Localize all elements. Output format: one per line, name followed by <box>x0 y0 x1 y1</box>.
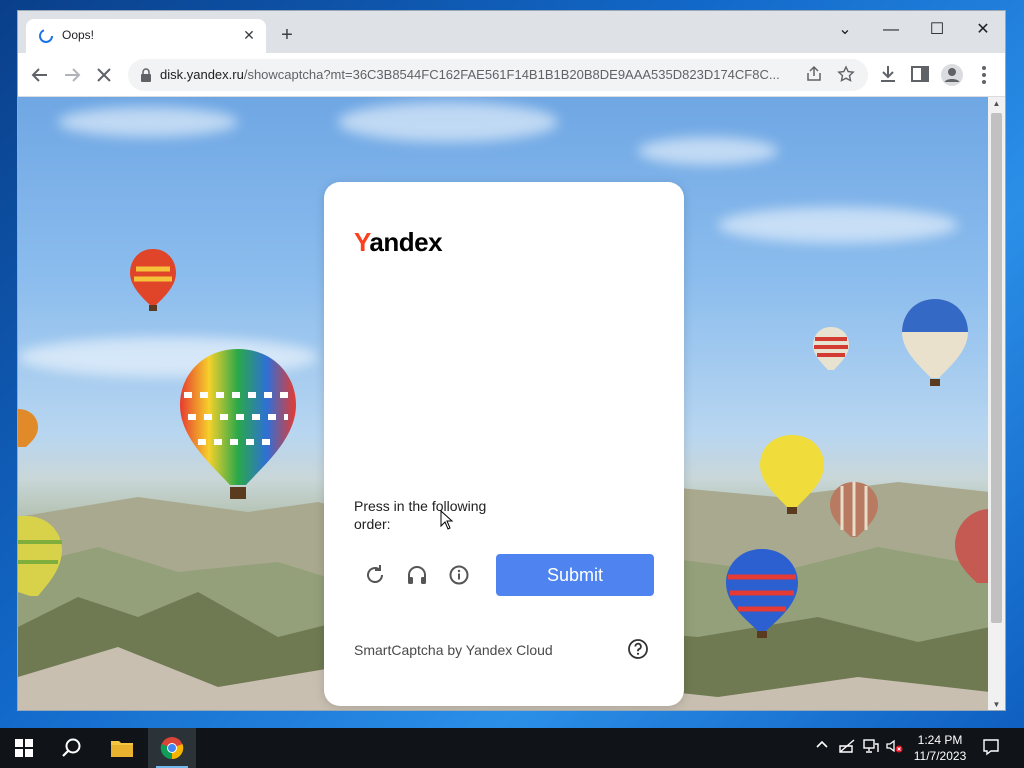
share-icon[interactable] <box>804 65 824 85</box>
forward-arrow-icon[interactable] <box>60 63 84 87</box>
scroll-thumb[interactable] <box>991 113 1002 623</box>
system-clock[interactable]: 1:24 PM 11/7/2023 <box>908 732 972 764</box>
captcha-instruction: Press in the following order: <box>354 498 487 532</box>
help-icon[interactable] <box>627 638 649 660</box>
tab-title: Oops! <box>62 28 95 42</box>
show-hidden-icons-icon[interactable] <box>815 738 829 755</box>
logo-rest: andex <box>369 227 443 257</box>
balloon <box>18 409 38 447</box>
clock-time: 1:24 PM <box>917 733 963 747</box>
chrome-taskbar-button[interactable] <box>148 728 196 768</box>
more-menu-icon[interactable] <box>972 63 996 87</box>
page-scrollbar[interactable]: ▲ ▼ <box>988 97 1005 710</box>
stop-loading-icon[interactable] <box>92 63 116 87</box>
tab-close-icon[interactable]: ✕ <box>240 26 258 44</box>
loading-spinner-icon <box>39 29 53 43</box>
page-background-balloons: Yandex Press in the following order: Sub… <box>18 97 990 710</box>
cloud <box>338 102 558 142</box>
balloon <box>760 435 824 514</box>
balloon <box>813 327 849 370</box>
tab-search-icon[interactable]: ⌄ <box>822 15 868 45</box>
tab-strip: Oops! ✕ + ⌄ — ☐ ✕ <box>18 11 1005 53</box>
url-host: disk.yandex.ru <box>160 67 244 82</box>
close-window-button[interactable]: ✕ <box>960 15 1005 45</box>
taskbar-search-button[interactable] <box>48 728 96 768</box>
network-disabled-icon[interactable] <box>838 738 856 757</box>
browser-window: Oops! ✕ + ⌄ — ☐ ✕ disk.yandex.ru/showcap… <box>17 10 1006 711</box>
balloon <box>18 516 62 596</box>
file-explorer-button[interactable] <box>98 728 146 768</box>
clock-date: 11/7/2023 <box>913 749 967 763</box>
balloon <box>180 349 296 499</box>
scroll-up-arrow-icon[interactable]: ▲ <box>988 97 1005 111</box>
download-icon[interactable] <box>876 63 900 87</box>
network-icon[interactable] <box>862 738 880 757</box>
maximize-button[interactable]: ☐ <box>914 15 960 45</box>
bookmark-star-icon[interactable] <box>836 65 856 85</box>
side-panel-icon[interactable] <box>908 63 932 87</box>
back-arrow-icon[interactable] <box>28 63 52 87</box>
windows-taskbar: 1:24 PM 11/7/2023 <box>0 728 1024 768</box>
address-bar[interactable]: disk.yandex.ru/showcaptcha?mt=36C3B8544F… <box>128 59 868 91</box>
volume-muted-icon[interactable] <box>885 738 903 757</box>
smartcaptcha-credit: SmartCaptcha by Yandex Cloud <box>354 642 553 658</box>
cloud <box>58 107 238 137</box>
search-icon <box>62 738 81 757</box>
balloon <box>955 509 990 583</box>
minimize-button[interactable]: — <box>868 15 914 45</box>
windows-logo-icon <box>15 739 33 757</box>
submit-button[interactable]: Submit <box>496 554 654 596</box>
start-button[interactable] <box>0 728 48 768</box>
url-path: /showcaptcha?mt=36C3B8544FC162FAE561F14B… <box>243 67 780 82</box>
new-tab-button[interactable]: + <box>276 25 298 47</box>
chrome-icon <box>160 737 184 760</box>
folder-icon <box>111 741 133 757</box>
browser-toolbar: disk.yandex.ru/showcaptcha?mt=36C3B8544F… <box>18 53 1005 97</box>
yandex-logo: Yandex <box>354 227 443 258</box>
url-text[interactable]: disk.yandex.ru/showcaptcha?mt=36C3B8544F… <box>160 67 800 82</box>
lock-icon[interactable] <box>140 68 152 82</box>
refresh-icon[interactable] <box>362 562 388 588</box>
headphones-icon[interactable] <box>404 562 430 588</box>
balloon <box>830 482 878 537</box>
profile-avatar-icon[interactable] <box>940 63 964 87</box>
balloon <box>726 549 798 638</box>
scroll-down-arrow-icon[interactable]: ▼ <box>988 698 1005 710</box>
cloud <box>638 137 778 165</box>
cloud <box>718 207 958 243</box>
balloon <box>130 249 176 311</box>
mouse-cursor-icon <box>440 510 454 530</box>
captcha-card: Yandex Press in the following order: Sub… <box>324 182 684 706</box>
tab-oops[interactable]: Oops! ✕ <box>26 19 266 53</box>
balloon <box>902 299 968 386</box>
notifications-icon[interactable] <box>982 738 1000 759</box>
logo-y: Y <box>354 227 370 257</box>
info-icon[interactable] <box>446 562 472 588</box>
